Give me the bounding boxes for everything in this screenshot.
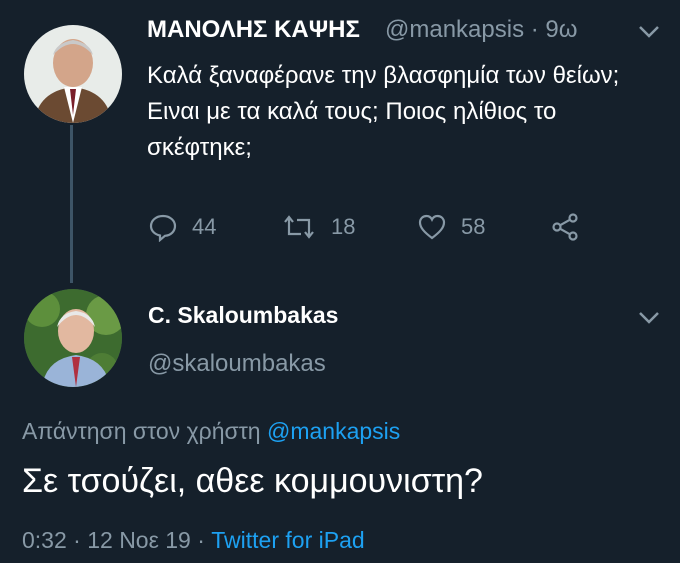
tweet-meta: 0:32 · 12 Νοε 19 · Twitter for iPad [22, 527, 365, 554]
reply-icon [149, 214, 177, 242]
avatar-skaloumbakas[interactable] [24, 289, 122, 387]
tweet-text: Σε τσούζει, αθεε κομμουνιστη? [22, 462, 483, 500]
share-button[interactable] [550, 212, 580, 247]
heart-icon [418, 214, 446, 240]
replying-to-mention-link[interactable]: @mankapsis [267, 418, 400, 444]
retweet-button[interactable]: 18 [281, 212, 355, 242]
like-count: 58 [461, 214, 486, 239]
tweet-menu-chevron-icon[interactable] [638, 308, 660, 331]
avatar-image [24, 25, 122, 123]
tweet-source-link[interactable]: Twitter for iPad [211, 527, 364, 553]
share-icon [552, 213, 578, 241]
replying-to-line: Απάντηση στον χρήστη @mankapsis [22, 418, 400, 445]
separator-dot: · [197, 527, 205, 553]
tweet-text: Καλά ξαναφέρανε την βλασφημία των θείων;… [147, 62, 620, 161]
tweet-time[interactable]: · 9ω [531, 16, 578, 43]
tweet-menu-chevron-icon[interactable] [638, 22, 660, 45]
tweet-time[interactable]: 0:32 [22, 527, 67, 553]
separator-dot: · [73, 527, 81, 553]
author-name[interactable]: ΜΑΝΟΛΗΣ ΚΑΨΗΣ [147, 16, 360, 44]
reply-count: 44 [192, 214, 217, 239]
retweet-count: 18 [331, 214, 356, 239]
reply-button[interactable]: 44 [148, 212, 216, 242]
author-handle[interactable]: @skaloumbakas [148, 350, 326, 378]
author-name[interactable]: C. Skaloumbakas [148, 302, 338, 329]
author-handle[interactable]: @mankapsis [385, 16, 524, 43]
tweet-date[interactable]: 12 Νοε 19 [87, 527, 191, 553]
author-handle-and-time[interactable]: @mankapsis · 9ω [385, 16, 578, 44]
avatar-image [24, 289, 122, 387]
like-button[interactable]: 58 [417, 212, 485, 242]
retweet-icon [284, 215, 314, 239]
replying-to-label: Απάντηση στον χρήστη [22, 418, 261, 444]
avatar-mankapsis[interactable] [24, 25, 122, 123]
thread-connector-line [70, 125, 73, 283]
